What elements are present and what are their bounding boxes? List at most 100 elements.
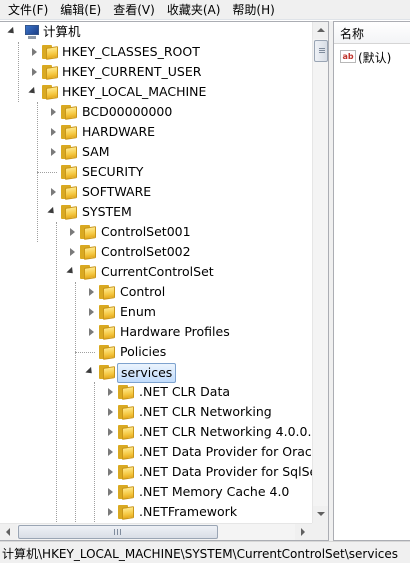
collapsed-arrow-icon[interactable] <box>108 448 113 456</box>
folder-icon <box>42 65 58 80</box>
tree-node[interactable]: .NETFramework <box>0 502 312 522</box>
folder-icon <box>61 125 77 140</box>
tree-node[interactable]: CurrentControlSet <box>0 262 312 282</box>
folder-icon <box>42 85 58 100</box>
tree-node-label: HARDWARE <box>82 124 156 139</box>
tree-node[interactable]: SYSTEM <box>0 202 312 222</box>
tree-horizontal-scrollbar[interactable] <box>0 523 312 540</box>
collapsed-arrow-icon[interactable] <box>51 148 56 156</box>
tree-node-label: .NET CLR Data <box>139 384 231 399</box>
tree-node[interactable]: .NET CLR Networking 4.0.0.0 <box>0 422 312 442</box>
value-name: (默认) <box>358 51 392 65</box>
collapsed-arrow-icon[interactable] <box>108 428 113 436</box>
tree-node[interactable]: BCD00000000 <box>0 102 312 122</box>
tree-node-label: BCD00000000 <box>82 104 173 119</box>
tree-node-label: Policies <box>120 344 167 359</box>
status-bar: 计算机\HKEY_LOCAL_MACHINE\SYSTEM\CurrentCon… <box>0 541 410 563</box>
folder-icon <box>61 185 77 200</box>
tree-node[interactable]: HKEY_CLASSES_ROOT <box>0 42 312 62</box>
tree-node[interactable]: .NET Memory Cache 4.0 <box>0 482 312 502</box>
tree-node[interactable]: ControlSet001 <box>0 222 312 242</box>
expanded-arrow-icon[interactable] <box>85 366 95 377</box>
collapsed-arrow-icon[interactable] <box>32 68 37 76</box>
menu-favorites[interactable]: 收藏夹(A) <box>161 0 227 20</box>
collapsed-arrow-icon[interactable] <box>51 188 56 196</box>
collapsed-arrow-icon[interactable] <box>89 288 94 296</box>
collapsed-arrow-icon[interactable] <box>108 388 113 396</box>
menu-help[interactable]: 帮助(H) <box>226 0 280 20</box>
expanded-arrow-icon[interactable] <box>28 86 38 97</box>
arrow-down-icon <box>317 512 325 516</box>
tree-node[interactable]: Control <box>0 282 312 302</box>
folder-icon <box>80 265 96 280</box>
collapsed-arrow-icon[interactable] <box>51 108 56 116</box>
menu-file[interactable]: 文件(F) <box>2 0 54 20</box>
tree-node-label: .NETFramework <box>139 504 238 519</box>
tree-node[interactable]: HARDWARE <box>0 122 312 142</box>
computer-icon <box>24 25 40 39</box>
collapsed-arrow-icon[interactable] <box>32 48 37 56</box>
collapsed-arrow-icon[interactable] <box>70 248 75 256</box>
tree-node[interactable]: SAM <box>0 142 312 162</box>
expanded-arrow-icon[interactable] <box>66 266 76 277</box>
tree-node-label: .NET Data Provider for SqlServer <box>139 464 312 479</box>
tree-node-label: HKEY_LOCAL_MACHINE <box>62 84 207 99</box>
tree-node[interactable]: Policies <box>0 342 312 362</box>
tree-node[interactable]: .NET CLR Data <box>0 382 312 402</box>
tree-node[interactable]: .NET Data Provider for SqlServer <box>0 462 312 482</box>
collapsed-arrow-icon[interactable] <box>51 128 56 136</box>
arrow-right-icon <box>301 528 305 536</box>
tree-node-label: SAM <box>82 144 110 159</box>
collapsed-arrow-icon[interactable] <box>70 228 75 236</box>
arrow-up-icon <box>317 28 325 32</box>
tree-node[interactable]: Hardware Profiles <box>0 322 312 342</box>
tree-node-label: .NET Data Provider for Oracle <box>139 444 312 459</box>
tree-node[interactable]: SOFTWARE <box>0 182 312 202</box>
scroll-right-button[interactable] <box>295 524 312 540</box>
tree-node[interactable]: HKEY_CURRENT_USER <box>0 62 312 82</box>
tree-node-computer[interactable]: 计算机 <box>0 22 312 42</box>
folder-icon <box>99 285 115 300</box>
tree-node-label: CurrentControlSet <box>101 264 214 279</box>
tree-node-label-selected: services <box>117 363 177 383</box>
folder-icon <box>80 225 96 240</box>
expanded-arrow-icon[interactable] <box>47 206 57 217</box>
values-list-pane: 名称 ab (默认) <box>333 21 410 541</box>
folder-icon <box>118 445 134 460</box>
tree-node-label: HKEY_CURRENT_USER <box>62 64 202 79</box>
tree-node[interactable]: .NET CLR Networking <box>0 402 312 422</box>
tree-node-services[interactable]: services <box>0 362 312 383</box>
menu-view[interactable]: 查看(V) <box>107 0 161 20</box>
menu-edit[interactable]: 编辑(E) <box>54 0 107 20</box>
collapsed-arrow-icon[interactable] <box>108 488 113 496</box>
collapsed-arrow-icon[interactable] <box>108 468 113 476</box>
collapsed-arrow-icon[interactable] <box>89 328 94 336</box>
collapsed-arrow-icon[interactable] <box>108 408 113 416</box>
vertical-scroll-thumb[interactable] <box>314 40 328 62</box>
column-header-label: 名称 <box>340 27 365 41</box>
collapsed-arrow-icon[interactable] <box>108 508 113 516</box>
expanded-arrow-icon[interactable] <box>7 26 17 37</box>
string-value-icon: ab <box>340 50 356 63</box>
folder-icon <box>118 485 134 500</box>
tree-node-label: 计算机 <box>43 24 81 39</box>
tree-node[interactable]: Enum <box>0 302 312 322</box>
scroll-left-button[interactable] <box>0 524 17 540</box>
column-header-name[interactable]: 名称 <box>334 22 410 44</box>
tree-node[interactable]: ControlSet002 <box>0 242 312 262</box>
scrollbar-corner <box>312 523 328 540</box>
scroll-up-button[interactable] <box>313 22 328 39</box>
tree-node[interactable]: .NET Data Provider for Oracle <box>0 442 312 462</box>
tree-node[interactable]: HKEY_LOCAL_MACHINE <box>0 82 312 102</box>
folder-icon <box>99 305 115 320</box>
tree-node[interactable]: SECURITY <box>0 162 312 182</box>
collapsed-arrow-icon[interactable] <box>89 308 94 316</box>
list-item[interactable]: ab (默认) <box>334 48 410 66</box>
arrow-left-icon <box>6 528 10 536</box>
folder-icon <box>99 345 115 360</box>
tree-vertical-scrollbar[interactable] <box>312 22 328 523</box>
scroll-down-button[interactable] <box>313 506 328 523</box>
folder-icon <box>61 205 77 220</box>
registry-tree-pane: 计算机 HKEY_CLASSES_ROOT HKEY_CURRENT_USER … <box>0 21 329 541</box>
horizontal-scroll-thumb[interactable] <box>18 525 218 539</box>
